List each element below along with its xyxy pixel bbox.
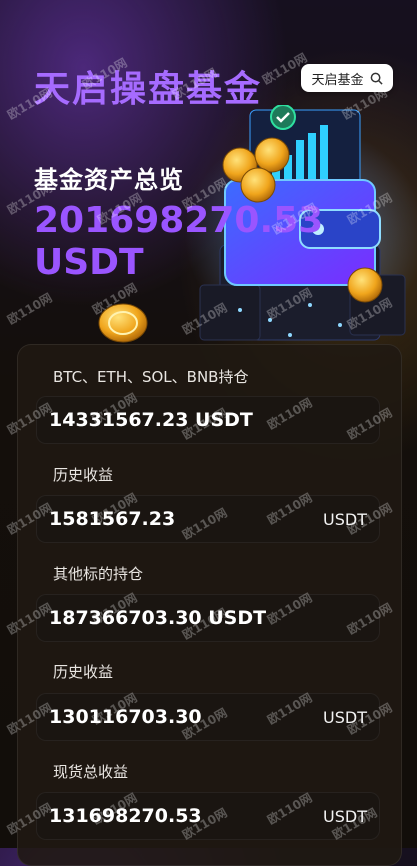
value-row: 187366703.30 USDT: [36, 594, 380, 642]
row-unit: USDT: [323, 509, 367, 529]
row-unit: USDT: [323, 806, 367, 826]
row-value: 131698270.53: [49, 805, 202, 827]
coin-icon: [98, 303, 148, 343]
value-row: 14331567.23 USDT: [36, 396, 380, 444]
section-label: BTC、ETH、SOL、BNB持仓: [53, 368, 249, 386]
section-label: 历史收益: [53, 466, 114, 484]
checkmark-icon: [270, 105, 296, 130]
row-unit: USDT: [323, 707, 367, 727]
section-label: 现货总收益: [53, 763, 129, 781]
hero-banner: 天启操盘基金 基金资产总览 201698270.53 USDT: [0, 0, 417, 350]
total-unit: USDT: [34, 242, 144, 283]
row-value: 187366703.30 USDT: [49, 607, 267, 629]
total-amount: 201698270.53: [34, 200, 324, 241]
section-label: 历史收益: [53, 663, 114, 681]
search-button[interactable]: 天启基金: [301, 64, 393, 92]
row-value: 130116703.30: [49, 706, 202, 728]
value-row: 130116703.30 USDT: [36, 693, 380, 741]
row-value: 1581567.23: [49, 508, 176, 530]
search-button-label: 天启基金: [311, 72, 364, 88]
search-icon: [370, 72, 383, 85]
row-value: 14331567.23 USDT: [49, 409, 253, 431]
overview-label: 基金资产总览: [34, 166, 184, 194]
value-row: 131698270.53 USDT: [36, 792, 380, 840]
total-value: 201698270.53 USDT: [34, 200, 364, 284]
page-title: 天启操盘基金: [34, 69, 263, 110]
section-label: 其他标的持仓: [53, 565, 144, 583]
value-row: 1581567.23 USDT: [36, 495, 380, 543]
